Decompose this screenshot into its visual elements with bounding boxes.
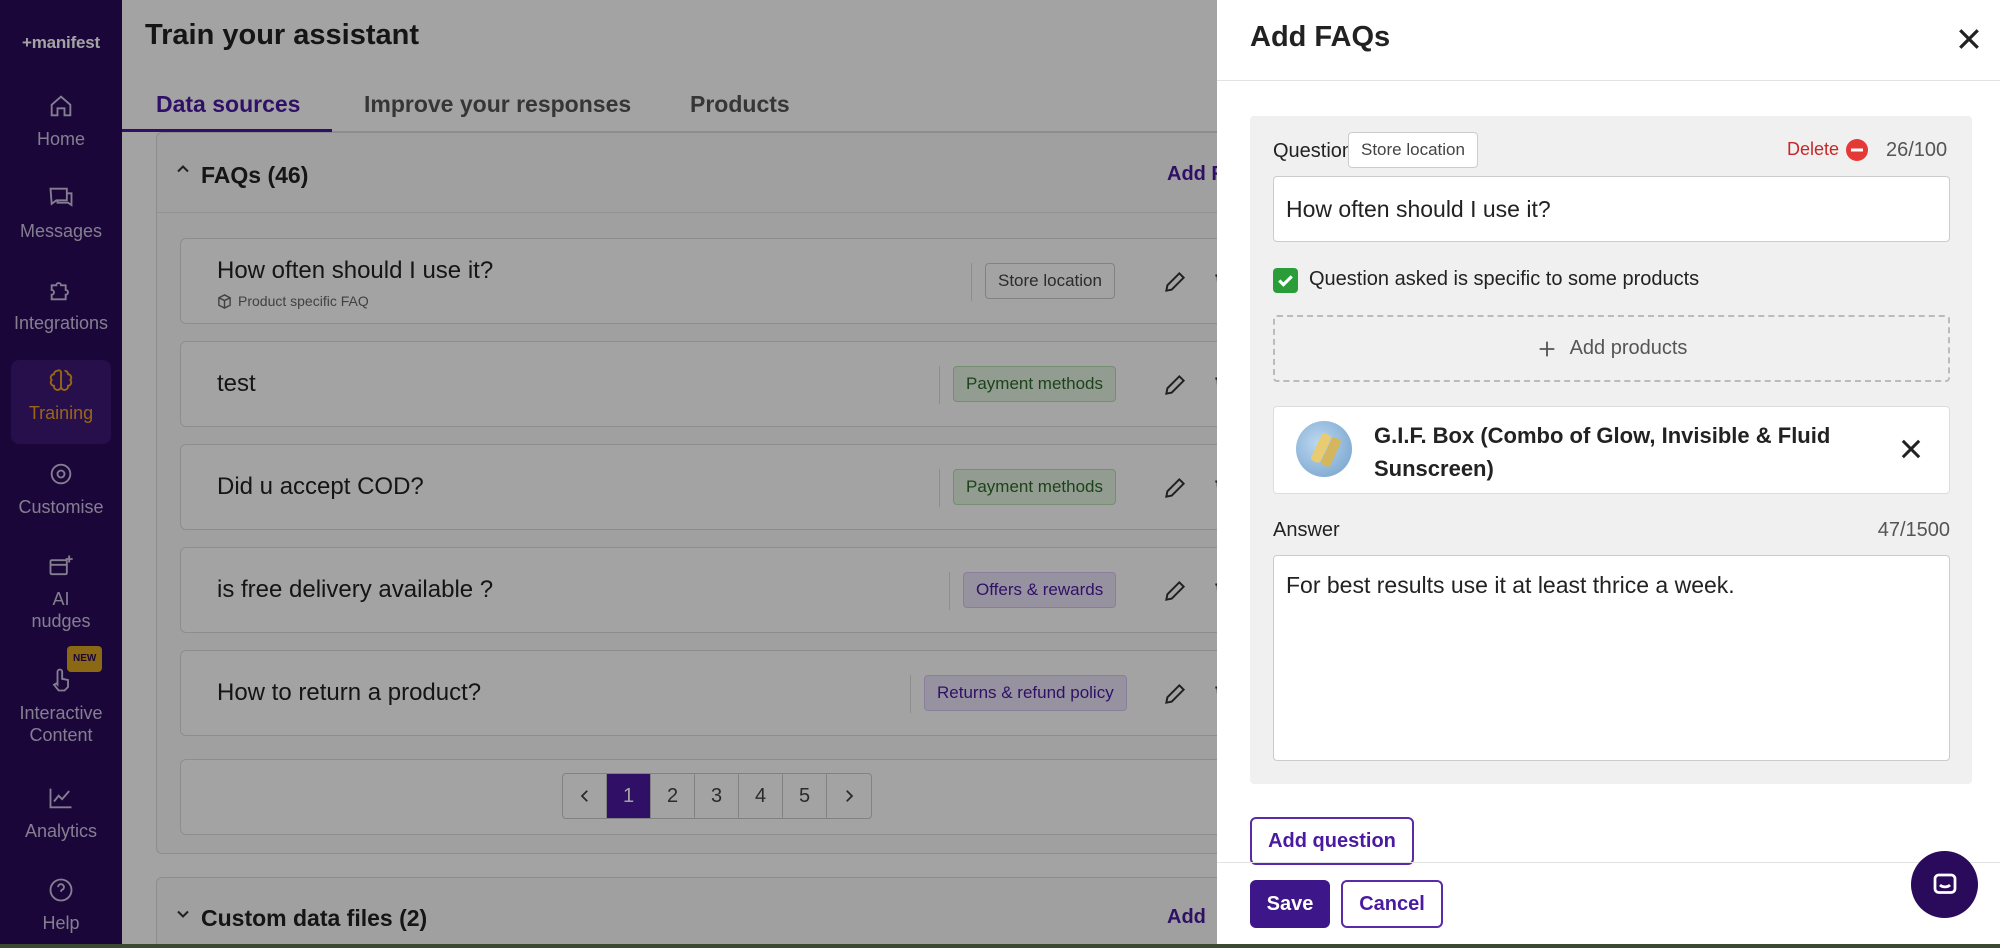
- product-specific-label[interactable]: Question asked is specific to some produ…: [1309, 268, 1699, 291]
- chat-icon: [1933, 873, 1956, 894]
- drawer-title: Add FAQs: [1250, 21, 1391, 53]
- product-specific-checkbox[interactable]: [1273, 268, 1298, 293]
- answer-label: Answer: [1273, 519, 1340, 541]
- cancel-button[interactable]: Cancel: [1341, 880, 1443, 928]
- question-label: Question: [1273, 140, 1354, 162]
- divider: [1217, 80, 2000, 81]
- close-icon[interactable]: [1897, 435, 1925, 463]
- check-icon: [1278, 275, 1293, 287]
- question-category-tag[interactable]: Store location: [1348, 132, 1478, 168]
- chat-launcher-button[interactable]: [1911, 851, 1978, 918]
- question-char-count: 26/100: [1886, 139, 1948, 161]
- add-question-button[interactable]: Add question: [1250, 817, 1414, 865]
- add-products-label: Add products: [1569, 337, 1688, 359]
- add-products-button[interactable]: Add products: [1273, 315, 1950, 382]
- product-thumbnail: [1296, 421, 1352, 477]
- remove-circle-icon[interactable]: [1845, 138, 1869, 162]
- answer-textarea[interactable]: For best results use it at least thrice …: [1273, 555, 1950, 761]
- app-window: +manifest Home Messages Integrations Tra…: [0, 0, 2000, 944]
- close-icon[interactable]: [1954, 24, 1984, 54]
- selected-product-card: G.I.F. Box (Combo of Glow, Invisible & F…: [1273, 406, 1950, 494]
- answer-char-count: 47/1500: [1877, 519, 1950, 541]
- divider: [1217, 862, 2000, 863]
- add-faqs-drawer: Add FAQs Question Store location Delete …: [1217, 0, 2000, 944]
- plus-icon: [1539, 341, 1554, 356]
- question-input[interactable]: How often should I use it?: [1273, 176, 1950, 242]
- save-button[interactable]: Save: [1250, 880, 1330, 928]
- modal-backdrop[interactable]: [0, 0, 1217, 944]
- question-panel: Question Store location Delete 26/100 Ho…: [1250, 116, 1972, 784]
- delete-question-link[interactable]: Delete: [1787, 139, 1839, 160]
- product-name: G.I.F. Box (Combo of Glow, Invisible & F…: [1374, 423, 1831, 481]
- bottom-edge: [0, 944, 2000, 948]
